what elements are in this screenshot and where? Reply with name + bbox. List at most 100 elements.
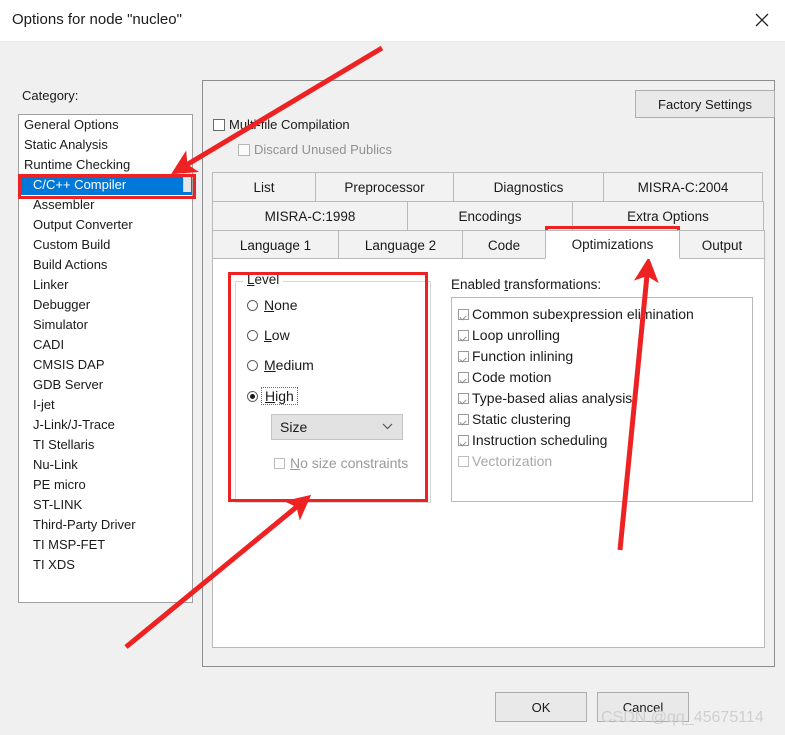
radio-glyph	[247, 330, 258, 341]
sidebar-item-build-actions[interactable]: Build Actions	[19, 255, 192, 275]
checkbox-glyph	[458, 351, 469, 362]
no-size-constraints-checkbox: No size constraints	[274, 455, 408, 471]
tab-row-2: MISRA-C:1998 Encodings Extra Options	[212, 201, 765, 230]
multi-file-compilation-label: Multi-file Compilation	[229, 117, 350, 132]
level-radio-low[interactable]: Low	[247, 327, 290, 343]
sidebar-item-custom-build[interactable]: Custom Build	[19, 235, 192, 255]
transformation-label: Vectorization	[472, 453, 553, 469]
discard-unused-publics-label: Discard Unused Publics	[254, 142, 393, 157]
level-radio-medium[interactable]: Medium	[247, 357, 314, 373]
sidebar-item-ti-stellaris[interactable]: TI Stellaris	[19, 435, 192, 455]
tab-misra-c-1998[interactable]: MISRA-C:1998	[212, 201, 408, 230]
checkbox-glyph	[458, 414, 469, 425]
tab-output[interactable]: Output	[679, 230, 765, 259]
dialog-titlebar: Options for node "nucleo"	[0, 0, 785, 42]
enabled-transformations-label: Enabled transformations:	[451, 277, 602, 292]
sidebar-item-cmsis-dap[interactable]: CMSIS DAP	[19, 355, 192, 375]
checkbox-glyph	[238, 144, 250, 156]
transformation-label: Instruction scheduling	[472, 432, 608, 448]
sidebar-item-c-c-compiler[interactable]: C/C++ Compiler	[19, 175, 192, 195]
transformation-instruction-scheduling[interactable]: Instruction scheduling	[458, 430, 752, 451]
sidebar-item-runtime-checking[interactable]: Runtime Checking	[19, 155, 192, 175]
transformation-label: Type-based alias analysis	[472, 390, 633, 406]
chevron-down-icon	[382, 423, 393, 430]
transformation-label: Static clustering	[472, 411, 571, 427]
level-radio-label: None	[264, 297, 298, 313]
sidebar-item-st-link[interactable]: ST-LINK	[19, 495, 192, 515]
sidebar-item-ti-msp-fet[interactable]: TI MSP-FET	[19, 535, 192, 555]
tab-row-1: List Preprocessor Diagnostics MISRA-C:2004	[212, 172, 765, 201]
sidebar-item-i-jet[interactable]: I-jet	[19, 395, 192, 415]
level-radio-high[interactable]: High	[247, 387, 298, 405]
sidebar-item-cadi[interactable]: CADI	[19, 335, 192, 355]
ok-button[interactable]: OK	[495, 692, 587, 722]
category-label: Category:	[22, 88, 79, 103]
optimization-strategy-value: Size	[280, 419, 308, 435]
multi-file-compilation-checkbox[interactable]: Multi-file Compilation	[213, 117, 350, 132]
sidebar-item-pe-micro[interactable]: PE micro	[19, 475, 192, 495]
transformation-label: Common subexpression elimination	[472, 306, 694, 322]
tab-optimizations[interactable]: Optimizations	[545, 230, 680, 259]
options-dialog: Options for node "nucleo" Category: Gene…	[0, 0, 785, 735]
transformation-vectorization: Vectorization	[458, 451, 752, 472]
sidebar-item-gdb-server[interactable]: GDB Server	[19, 375, 192, 395]
dialog-title: Options for node "nucleo"	[12, 11, 182, 28]
tab-list[interactable]: List	[212, 172, 316, 201]
transformation-code-motion[interactable]: Code motion	[458, 367, 752, 388]
checkbox-glyph	[458, 435, 469, 446]
category-items: General Options Static Analysis Runtime Ch…	[19, 115, 192, 575]
category-scrollbar[interactable]	[183, 172, 191, 192]
discard-unused-publics-checkbox: Discard Unused Publics	[238, 142, 392, 157]
factory-settings-button[interactable]: Factory Settings	[635, 90, 775, 118]
close-icon	[755, 13, 769, 27]
transformation-label: Code motion	[472, 369, 552, 385]
radio-glyph	[247, 391, 258, 402]
level-legend-mnemonic: L	[247, 272, 255, 287]
tab-extra-options[interactable]: Extra Options	[572, 201, 764, 230]
transformation-function-inlining[interactable]: Function inlining	[458, 346, 752, 367]
tab-language-1[interactable]: Language 1	[212, 230, 339, 259]
level-radio-none[interactable]: None	[247, 297, 297, 313]
tab-encodings[interactable]: Encodings	[407, 201, 573, 230]
sidebar-item-simulator[interactable]: Simulator	[19, 315, 192, 335]
checkbox-glyph	[458, 330, 469, 341]
sidebar-item-general-options[interactable]: General Options	[19, 115, 192, 135]
tab-misra-c-2004[interactable]: MISRA-C:2004	[603, 172, 763, 201]
sidebar-item-ti-xds[interactable]: TI XDS	[19, 555, 192, 575]
transformation-static-clustering[interactable]: Static clustering	[458, 409, 752, 430]
sidebar-item-assembler[interactable]: Assembler	[19, 195, 192, 215]
tab-language-2[interactable]: Language 2	[338, 230, 463, 259]
optimization-strategy-select[interactable]: Size	[271, 414, 403, 440]
tab-code[interactable]: Code	[462, 230, 546, 259]
transformation-type-based-alias-analysis[interactable]: Type-based alias analysis	[458, 388, 752, 409]
level-legend: Level	[243, 272, 284, 287]
enabled-transformations-list[interactable]: Common subexpression elimination Loop unr…	[451, 297, 753, 502]
no-size-constraints-label: No size constraints	[290, 455, 409, 471]
checkbox-glyph	[458, 372, 469, 383]
sidebar-item-j-link-j-trace[interactable]: J-Link/J-Trace	[19, 415, 192, 435]
sidebar-item-linker[interactable]: Linker	[19, 275, 192, 295]
sidebar-item-debugger[interactable]: Debugger	[19, 295, 192, 315]
sidebar-item-output-converter[interactable]: Output Converter	[19, 215, 192, 235]
tab-preprocessor[interactable]: Preprocessor	[315, 172, 454, 201]
optimizations-tab-page: Level None Low Medium High Size No size con…	[212, 258, 765, 648]
category-list[interactable]: General Options Static Analysis Runtime Ch…	[18, 114, 193, 603]
close-button[interactable]	[739, 0, 785, 41]
checkbox-glyph	[458, 456, 469, 467]
radio-glyph	[247, 300, 258, 311]
sidebar-item-third-party-driver[interactable]: Third-Party Driver	[19, 515, 192, 535]
tab-diagnostics[interactable]: Diagnostics	[453, 172, 604, 201]
level-radio-label: High	[261, 387, 298, 405]
checkbox-glyph	[458, 309, 469, 320]
radio-glyph	[247, 360, 258, 371]
sidebar-item-nu-link[interactable]: Nu-Link	[19, 455, 192, 475]
level-radio-label: Low	[264, 327, 290, 343]
sidebar-item-static-analysis[interactable]: Static Analysis	[19, 135, 192, 155]
transformation-loop-unrolling[interactable]: Loop unrolling	[458, 325, 752, 346]
transformation-common-subexpression-elimination[interactable]: Common subexpression elimination	[458, 304, 752, 325]
checkbox-glyph	[458, 393, 469, 404]
checkbox-glyph	[274, 458, 285, 469]
checkbox-glyph	[213, 119, 225, 131]
transformation-label: Function inlining	[472, 348, 574, 364]
watermark: CSDN @qq_45675114	[601, 709, 764, 726]
